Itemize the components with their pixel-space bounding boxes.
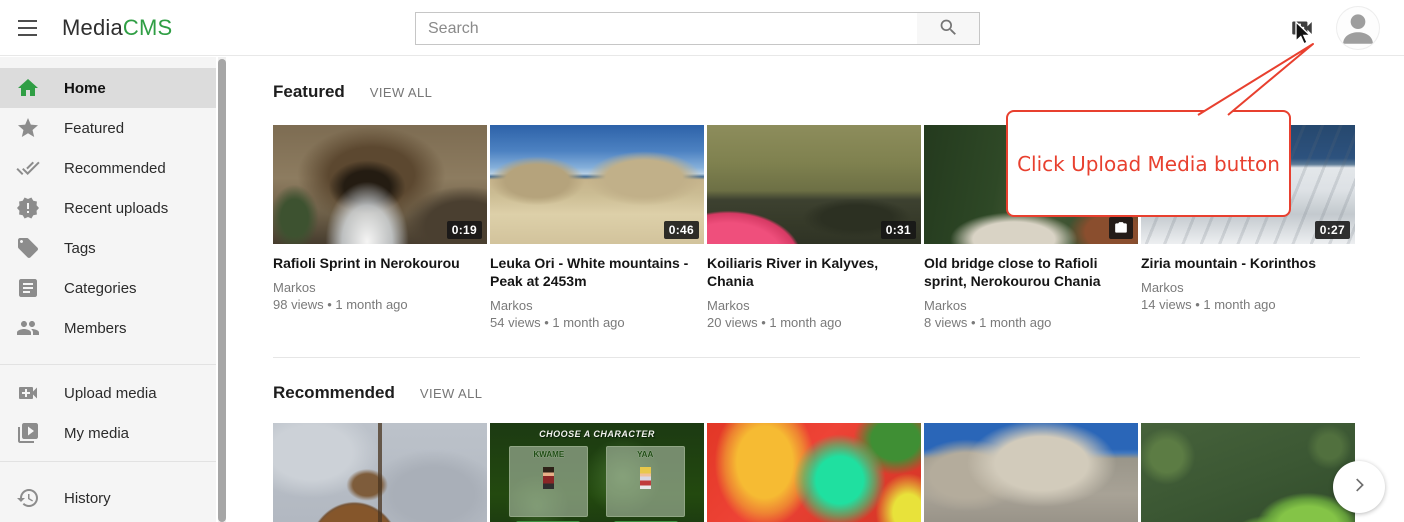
sidebar-item-label: My media [64,425,129,442]
recommended-cards-row: CHOOSE A CHARACTER KWAME YAA Selected Se… [273,423,1360,522]
sidebar-item-label: Upload media [64,385,157,402]
video-title[interactable]: Koiliaris River in Kalyves, Chania [707,254,921,290]
section-title: Featured [273,82,345,102]
tag-icon [16,236,40,260]
video-author[interactable]: Markos [707,297,921,314]
duration-badge: 0:31 [881,221,916,239]
video-meta: 20 views • 1 month ago [707,314,921,331]
video-call-icon [16,381,40,405]
menu-icon[interactable] [16,14,44,42]
upload-media-button[interactable] [1289,15,1315,41]
view-all-link[interactable]: VIEW ALL [370,85,432,100]
app-logo[interactable]: MediaCMS [62,0,172,56]
video-card[interactable]: 0:19 Rafioli Sprint in Nerokourou Markos… [273,125,487,357]
section-title: Recommended [273,383,395,403]
video-meta: 54 views • 1 month ago [490,314,704,331]
video-thumbnail[interactable] [707,423,921,522]
sidebar-item-my-media[interactable]: My media [0,413,216,453]
sidebar: Home Featured Recommended Recent uploads… [0,57,216,522]
sidebar-scrollbar-thumb[interactable] [218,59,226,522]
sidebar-item-recent-uploads[interactable]: Recent uploads [0,188,216,228]
character-panel: YAA [606,446,685,517]
video-meta: 8 views • 1 month ago [924,314,1138,331]
character-sprite [640,467,651,489]
search-icon [938,17,959,41]
star-icon [16,116,40,140]
recommended-section-header: Recommended VIEW ALL [273,383,1360,403]
sidebar-item-history[interactable]: History [0,478,216,518]
video-meta: 14 views • 1 month ago [1141,296,1355,313]
sidebar-item-label: Members [64,320,127,337]
sidebar-item-featured[interactable]: Featured [0,108,216,148]
sidebar-item-tags[interactable]: Tags [0,228,216,268]
sidebar-item-label: Home [64,80,106,97]
sidebar-item-members[interactable]: Members [0,308,216,348]
video-thumbnail[interactable] [924,423,1138,522]
video-title[interactable]: Rafioli Sprint in Nerokourou [273,254,487,272]
video-author[interactable]: Markos [490,297,704,314]
featured-section-header: Featured VIEW ALL [273,82,1360,102]
new-releases-icon [16,196,40,220]
video-author[interactable]: Markos [273,279,487,296]
sidebar-item-label: Recommended [64,160,166,177]
video-card[interactable]: 0:31 Koiliaris River in Kalyves, Chania … [707,125,921,357]
sidebar-item-label: History [64,490,111,507]
video-title[interactable]: Old bridge close to Rafioli sprint, Nero… [924,254,1138,290]
sidebar-item-categories[interactable]: Categories [0,268,216,308]
chevron-right-icon [1348,474,1370,501]
duration-badge: 0:27 [1315,221,1350,239]
character-name: YAA [607,450,684,459]
video-thumbnail[interactable]: 0:31 [707,125,921,244]
duration-badge: 0:46 [664,221,699,239]
video-thumbnail[interactable] [1141,423,1355,522]
sidebar-item-upload-media[interactable]: Upload media [0,373,216,413]
sidebar-divider [0,461,216,462]
duration-badge: 0:19 [447,221,482,239]
video-thumbnail[interactable]: 0:46 [490,125,704,244]
logo-prefix: Media [62,15,123,40]
sidebar-item-home[interactable]: Home [0,68,216,108]
categories-icon [16,276,40,300]
video-title[interactable]: Ziria mountain - Korinthos [1141,254,1355,272]
video-thumbnail[interactable]: CHOOSE A CHARACTER KWAME YAA Selected Se… [490,423,704,522]
sidebar-item-label: Tags [64,240,96,257]
game-screen-title: CHOOSE A CHARACTER [490,429,704,439]
sidebar-item-label: Featured [64,120,124,137]
search-input[interactable] [415,12,918,45]
video-author[interactable]: Markos [1141,279,1355,296]
camera-icon [1109,217,1133,239]
sidebar-item-label: Categories [64,280,137,297]
video-meta: 98 views • 1 month ago [273,296,487,313]
user-avatar[interactable] [1337,7,1379,49]
person-icon [1337,36,1379,49]
character-name: KWAME [510,450,587,459]
video-library-icon [16,421,40,445]
members-icon [16,316,40,340]
home-icon [16,76,40,100]
character-sprite [543,467,554,489]
section-divider [273,357,1360,358]
video-thumbnail[interactable] [273,423,487,522]
tutorial-callout: Click Upload Media button [1006,110,1291,217]
callout-text: Click Upload Media button [1017,152,1280,176]
character-panel: KWAME [509,446,588,517]
search-button[interactable] [917,12,980,45]
top-bar: MediaCMS [0,0,1404,56]
done-all-icon [16,156,40,180]
video-card[interactable]: 0:46 Leuka Ori - White mountains - Peak … [490,125,704,357]
video-title[interactable]: Leuka Ori - White mountains - Peak at 24… [490,254,704,290]
video-author[interactable]: Markos [924,297,1138,314]
view-all-link[interactable]: VIEW ALL [420,386,482,401]
video-thumbnail[interactable]: 0:19 [273,125,487,244]
sidebar-divider [0,364,216,365]
logo-suffix: CMS [123,15,173,40]
sidebar-item-label: Recent uploads [64,200,168,217]
carousel-next-button[interactable] [1333,461,1385,513]
sidebar-item-recommended[interactable]: Recommended [0,148,216,188]
video-call-icon [1289,28,1315,45]
history-icon [16,486,40,510]
